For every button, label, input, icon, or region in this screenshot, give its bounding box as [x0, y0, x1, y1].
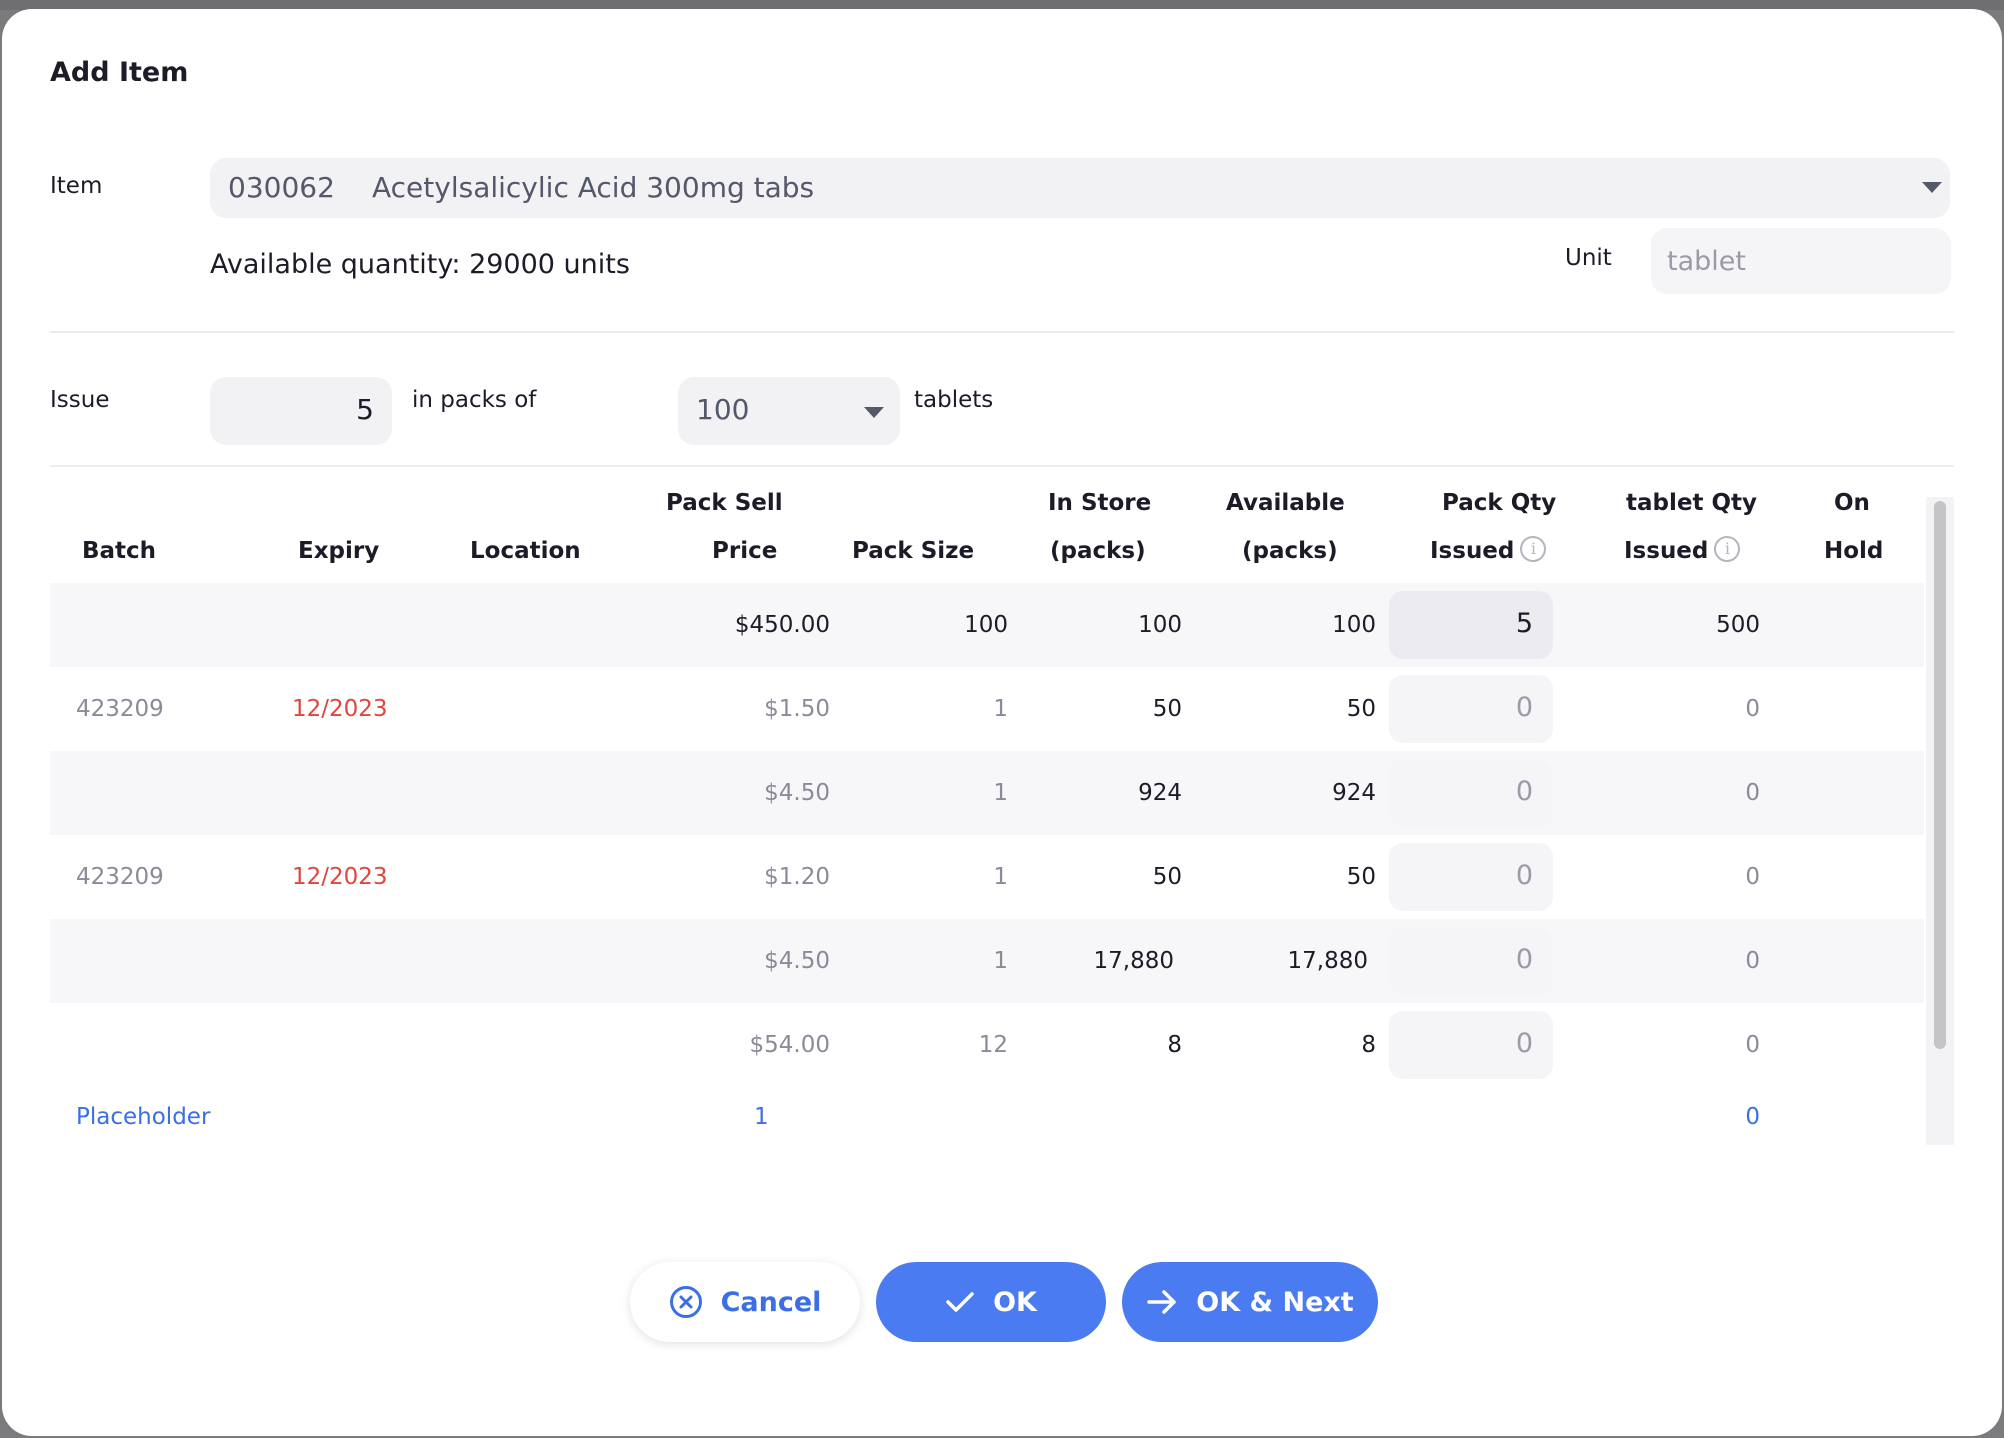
cell-pack-size: 1 — [993, 780, 1008, 806]
cell-available: 50 — [1346, 696, 1376, 722]
header-expiry[interactable]: Expiry — [298, 527, 379, 575]
item-name: Acetylsalicylic Acid 300mg tabs — [372, 171, 815, 204]
header-pack-size[interactable]: Pack Size — [852, 527, 974, 575]
pack-size-select[interactable]: 100 — [678, 377, 900, 445]
info-icon[interactable]: i — [1520, 536, 1547, 562]
table-row[interactable]: $54.00 12 8 8 0 0 — [50, 1003, 1924, 1087]
cell-price: $4.50 — [764, 780, 830, 806]
header-in-store-1[interactable]: In Store — [1048, 479, 1151, 527]
pack-qty-input[interactable]: 5 — [1389, 591, 1553, 659]
cell-pack-size: 1 — [993, 696, 1008, 722]
cell-tablet-qty: 0 — [1745, 780, 1760, 806]
item-label: Item — [50, 173, 103, 199]
table-row[interactable]: $4.50 1 924 924 0 0 — [50, 751, 1924, 835]
placeholder-tablet-qty: 0 — [1745, 1104, 1760, 1130]
cell-in-store: 924 — [1138, 780, 1182, 806]
dialog-title: Add Item — [50, 57, 189, 88]
header-pack-sell-price-2[interactable]: Price — [712, 527, 777, 575]
cell-price: $1.20 — [764, 864, 830, 890]
pack-qty-input[interactable]: 0 — [1389, 759, 1553, 827]
table-row[interactable]: $450.00 100 100 100 5 500 — [50, 583, 1924, 667]
close-circle-icon — [669, 1286, 702, 1318]
header-location[interactable]: Location — [470, 527, 581, 575]
cell-tablet-qty: 0 — [1745, 1032, 1760, 1058]
table-row[interactable]: $4.50 1 17,880 17,880 0 0 — [50, 919, 1924, 1003]
ok-label: OK — [993, 1286, 1037, 1318]
placeholder-row[interactable]: Placeholder 1 0 — [50, 1081, 1924, 1153]
header-pack-qty-2[interactable]: Issued i — [1430, 527, 1547, 575]
pack-size-value: 100 — [696, 393, 750, 426]
cell-pack-size: 12 — [978, 1032, 1008, 1058]
chevron-down-icon — [1922, 182, 1942, 193]
cell-pack-size: 100 — [964, 612, 1008, 638]
cell-available: 17,880 — [1287, 948, 1368, 974]
unit-field: tablet — [1651, 228, 1951, 294]
cell-available: 50 — [1346, 864, 1376, 890]
header-pack-sell-price-1[interactable]: Pack Sell — [666, 479, 783, 527]
cell-pack-size: 1 — [993, 864, 1008, 890]
placeholder-pack-size: 1 — [754, 1104, 769, 1130]
cell-in-store: 100 — [1138, 612, 1182, 638]
header-in-store-2[interactable]: (packs) — [1050, 527, 1146, 575]
cell-price: $1.50 — [764, 696, 830, 722]
header-tablet-qty-issued: Issued — [1624, 538, 1709, 564]
header-pack-qty-issued: Issued — [1430, 538, 1515, 564]
cell-expiry: 12/2023 — [292, 864, 388, 890]
table-row[interactable]: 423209 12/2023 $1.50 1 50 50 0 0 — [50, 667, 1924, 751]
cell-tablet-qty: 0 — [1745, 864, 1760, 890]
cell-expiry: 12/2023 — [292, 696, 388, 722]
cell-in-store: 50 — [1152, 864, 1182, 890]
ok-button[interactable]: OK — [876, 1262, 1106, 1342]
add-item-dialog: Add Item Item 030062 Acetylsalicylic Acid… — [2, 9, 2002, 1436]
cell-pack-size: 1 — [993, 948, 1008, 974]
header-tablet-qty-2[interactable]: Issued i — [1624, 527, 1741, 575]
check-icon — [946, 1292, 974, 1312]
issue-quantity-input[interactable]: 5 — [210, 377, 392, 445]
item-code: 030062 — [228, 171, 335, 204]
cell-in-store: 8 — [1167, 1032, 1182, 1058]
issue-label: Issue — [50, 387, 110, 413]
cell-tablet-qty: 0 — [1745, 948, 1760, 974]
header-available-1[interactable]: Available — [1226, 479, 1345, 527]
table-row[interactable]: 423209 12/2023 $1.20 1 50 50 0 0 — [50, 835, 1924, 919]
ok-next-label: OK & Next — [1196, 1286, 1354, 1318]
pack-qty-input[interactable]: 0 — [1389, 675, 1553, 743]
ok-next-button[interactable]: OK & Next — [1122, 1262, 1378, 1342]
available-quantity: Available quantity: 29000 units — [210, 249, 630, 280]
tablets-label: tablets — [914, 387, 994, 413]
cell-in-store: 17,880 — [1093, 948, 1174, 974]
pack-qty-input[interactable]: 0 — [1389, 843, 1553, 911]
pack-qty-input[interactable]: 0 — [1389, 927, 1553, 995]
cell-available: 100 — [1332, 612, 1376, 638]
cell-in-store: 50 — [1152, 696, 1182, 722]
scrollbar-thumb[interactable] — [1934, 501, 1946, 1049]
placeholder-batch: Placeholder — [76, 1104, 211, 1130]
cell-batch: 423209 — [76, 696, 164, 722]
cell-batch: 423209 — [76, 864, 164, 890]
divider — [50, 465, 1954, 467]
in-packs-of-label: in packs of — [412, 387, 537, 413]
info-icon[interactable]: i — [1714, 536, 1741, 562]
cell-tablet-qty: 500 — [1716, 612, 1760, 638]
divider — [50, 331, 1954, 333]
cell-price: $4.50 — [764, 948, 830, 974]
cell-available: 8 — [1361, 1032, 1376, 1058]
chevron-down-icon — [864, 407, 884, 418]
header-tablet-qty-1[interactable]: tablet Qty — [1626, 479, 1757, 527]
header-available-2[interactable]: (packs) — [1242, 527, 1338, 575]
cell-available: 924 — [1332, 780, 1376, 806]
header-pack-qty-1[interactable]: Pack Qty — [1442, 479, 1556, 527]
header-on-hold-1[interactable]: On — [1834, 479, 1870, 527]
cancel-label: Cancel — [720, 1286, 822, 1318]
unit-label: Unit — [1565, 245, 1612, 271]
header-on-hold-2[interactable]: Hold — [1824, 527, 1883, 575]
cell-price: $54.00 — [749, 1032, 830, 1058]
header-batch[interactable]: Batch — [82, 527, 156, 575]
arrow-right-icon — [1147, 1290, 1177, 1314]
cancel-button[interactable]: Cancel — [630, 1262, 860, 1342]
pack-qty-input[interactable]: 0 — [1389, 1011, 1553, 1079]
cell-price: $450.00 — [734, 612, 830, 638]
cell-tablet-qty: 0 — [1745, 696, 1760, 722]
item-select[interactable]: 030062 Acetylsalicylic Acid 300mg tabs — [210, 158, 1950, 218]
